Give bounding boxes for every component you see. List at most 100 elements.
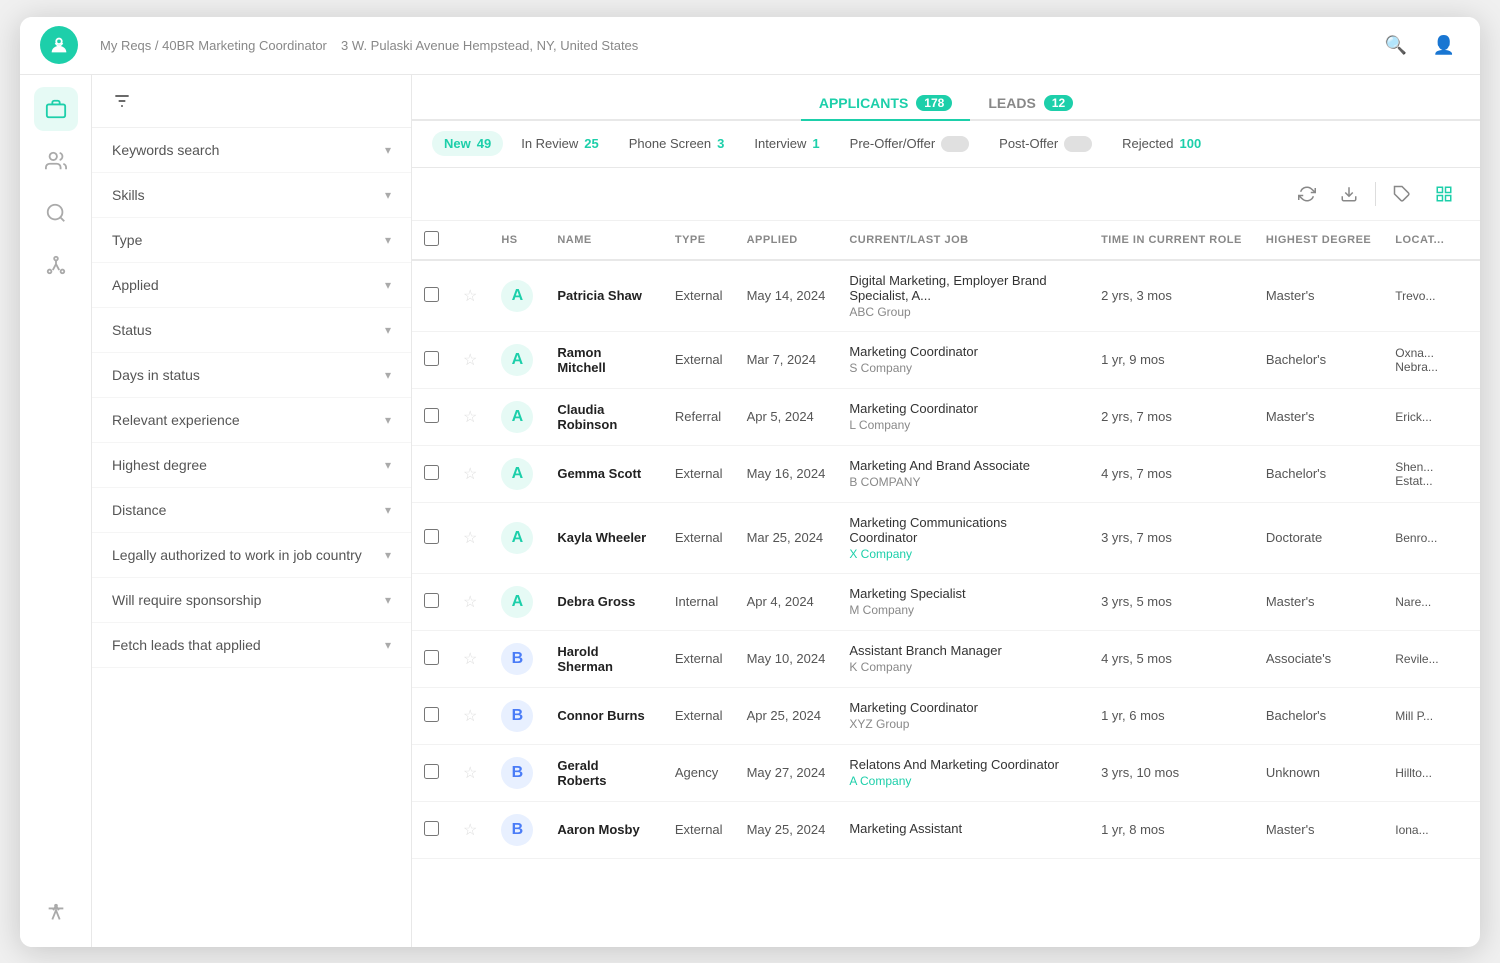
row-timeincurrent-cell: 3 yrs, 5 mos [1089,573,1254,630]
status-new-label: New [444,136,471,151]
sidebar-item-jobs[interactable] [34,87,78,131]
row-name-cell: Claudia Robinson [545,388,663,445]
row-type-cell: External [663,630,735,687]
star-icon[interactable]: ☆ [463,822,477,839]
status-preoffer-label: Pre-Offer/Offer [850,136,936,151]
row-checkbox[interactable] [424,650,439,665]
filter-highestdegree[interactable]: Highest degree ▾ [92,443,411,488]
row-checkbox[interactable] [424,821,439,836]
filter-legalauth-label: Legally authorized to work in job countr… [112,547,362,563]
row-timeincurrent-cell: 1 yr, 8 mos [1089,801,1254,858]
applicant-name[interactable]: Claudia Robinson [557,402,651,432]
sidebar-item-search[interactable] [34,191,78,235]
applicant-name[interactable]: Aaron Mosby [557,822,651,837]
row-applied-cell: May 10, 2024 [735,630,838,687]
download-icon[interactable] [1333,178,1365,210]
refresh-icon[interactable] [1291,178,1323,210]
row-type-cell: External [663,801,735,858]
star-icon[interactable]: ☆ [463,409,477,426]
user-button[interactable]: 👤 [1428,29,1460,61]
status-inreview[interactable]: In Review 25 [509,131,611,156]
status-phonescreen[interactable]: Phone Screen 3 [617,131,737,156]
applicant-name[interactable]: Harold Sherman [557,644,651,674]
star-icon[interactable]: ☆ [463,288,477,305]
sidebar-item-accessibility[interactable] [34,891,78,935]
filter-status[interactable]: Status ▾ [92,308,411,353]
tab-leads[interactable]: LEADS 12 [970,87,1091,121]
row-location-cell: Benro... [1383,502,1480,573]
star-icon[interactable]: ☆ [463,530,477,547]
row-grade-cell: A [489,502,545,573]
select-all-checkbox[interactable] [424,231,439,246]
status-interview[interactable]: Interview 1 [742,131,831,156]
row-checkbox-cell [412,801,451,858]
row-highestdegree-cell: Bachelor's [1254,445,1383,502]
applicant-name[interactable]: Patricia Shaw [557,288,651,303]
applicant-name[interactable]: Gerald Roberts [557,758,651,788]
filter-type[interactable]: Type ▾ [92,218,411,263]
star-icon[interactable]: ☆ [463,352,477,369]
status-postoffer[interactable]: Post-Offer [987,131,1104,157]
grid-icon[interactable] [1428,178,1460,210]
row-checkbox[interactable] [424,593,439,608]
filter-sponsorship-label: Will require sponsorship [112,592,261,608]
filter-relevantexp[interactable]: Relevant experience ▾ [92,398,411,443]
row-location-cell: Shen... Estat... [1383,445,1480,502]
row-checkbox[interactable] [424,465,439,480]
applicant-name[interactable]: Kayla Wheeler [557,530,651,545]
status-new[interactable]: New 49 [432,131,503,156]
applicant-name[interactable]: Gemma Scott [557,466,651,481]
chevron-down-icon: ▾ [385,548,391,562]
row-checkbox[interactable] [424,764,439,779]
filter-relevantexp-label: Relevant experience [112,412,240,428]
filter-skills[interactable]: Skills ▾ [92,173,411,218]
row-grade-cell: B [489,801,545,858]
filter-legalauth[interactable]: Legally authorized to work in job countr… [92,533,411,578]
status-inreview-count: 25 [584,136,598,151]
current-job-company: XYZ Group [849,717,1077,731]
search-button[interactable]: 🔍 [1380,29,1412,61]
star-icon[interactable]: ☆ [463,765,477,782]
grade-avatar: B [501,814,533,846]
tag-icon[interactable] [1386,178,1418,210]
star-icon[interactable]: ☆ [463,708,477,725]
row-location-cell: Nare... [1383,573,1480,630]
row-timeincurrent-cell: 3 yrs, 7 mos [1089,502,1254,573]
row-location-cell: Trevo... [1383,260,1480,332]
status-preoffer[interactable]: Pre-Offer/Offer [838,131,982,157]
applicant-name[interactable]: Ramon Mitchell [557,345,651,375]
sidebar-item-network[interactable] [34,243,78,287]
current-job-title: Marketing Coordinator [849,344,1077,359]
row-name-cell: Gemma Scott [545,445,663,502]
star-icon[interactable]: ☆ [463,651,477,668]
filter-fetchleads[interactable]: Fetch leads that applied ▾ [92,623,411,668]
filter-applied[interactable]: Applied ▾ [92,263,411,308]
row-checkbox[interactable] [424,408,439,423]
chevron-down-icon: ▾ [385,368,391,382]
row-checkbox[interactable] [424,707,439,722]
filter-sponsorship[interactable]: Will require sponsorship ▾ [92,578,411,623]
filter-daysstatus[interactable]: Days in status ▾ [92,353,411,398]
toolbar-divider [1375,182,1376,206]
row-checkbox[interactable] [424,351,439,366]
main-content: Keywords search ▾ Skills ▾ Type ▾ Applie… [20,75,1480,947]
applicant-name[interactable]: Connor Burns [557,708,651,723]
row-checkbox[interactable] [424,287,439,302]
status-rejected[interactable]: Rejected 100 [1110,131,1213,156]
star-icon[interactable]: ☆ [463,466,477,483]
tab-applicants[interactable]: APPLICANTS 178 [801,87,970,121]
row-checkbox[interactable] [424,529,439,544]
table-body: ☆ A Patricia Shaw External May 14, 2024 … [412,260,1480,859]
filter-distance[interactable]: Distance ▾ [92,488,411,533]
sidebar-item-people[interactable] [34,139,78,183]
current-job-company: A Company [849,774,1077,788]
row-highestdegree-cell: Master's [1254,388,1383,445]
th-name: NAME [545,221,663,260]
status-postoffer-toggle [1064,136,1092,152]
star-icon[interactable]: ☆ [463,594,477,611]
app-window: My Reqs / 40BR Marketing Coordinator 3 W… [20,17,1480,947]
row-type-cell: External [663,502,735,573]
filter-keywords[interactable]: Keywords search ▾ [92,128,411,173]
right-panel: APPLICANTS 178 LEADS 12 New 49 In Review… [412,75,1480,947]
applicant-name[interactable]: Debra Gross [557,594,651,609]
